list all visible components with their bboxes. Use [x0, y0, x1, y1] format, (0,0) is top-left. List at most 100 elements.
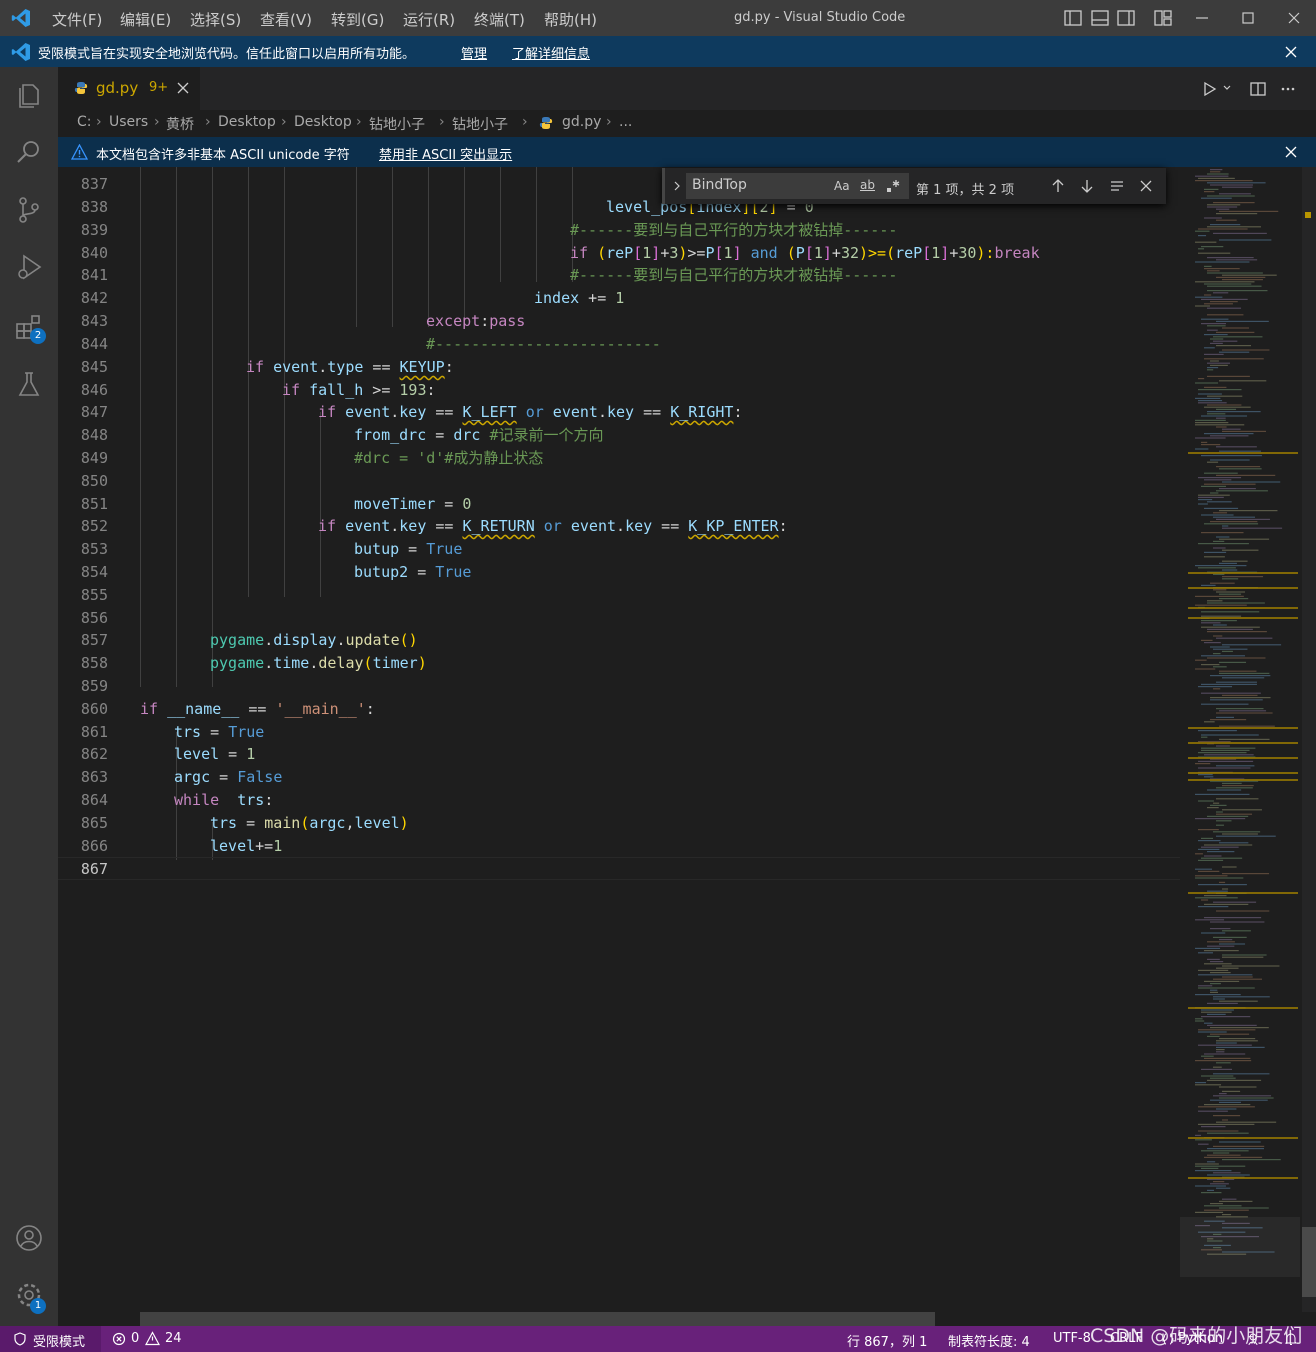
code-line: 861 trs = True	[80, 723, 265, 741]
minimap[interactable]	[1180, 167, 1300, 1312]
regex-icon[interactable]	[885, 178, 901, 194]
whole-word-toggle[interactable]: ab	[860, 178, 875, 192]
encoding[interactable]: UTF-8	[1053, 1331, 1091, 1346]
breadcrumb-item[interactable]: C:	[77, 114, 92, 130]
shield-icon	[14, 1332, 26, 1346]
code-line: 841 #------要到与自己平行的方块才被钻掉------	[80, 266, 898, 284]
code-line: 839 #------要到与自己平行的方块才被钻掉------	[80, 221, 898, 239]
close-banner-icon[interactable]	[1283, 44, 1299, 60]
horizontal-scrollbar[interactable]	[140, 1312, 935, 1326]
breadcrumb-item[interactable]: 钻地小子	[369, 114, 425, 134]
menu-terminal[interactable]: 终端(T)	[474, 9, 525, 30]
menu-view[interactable]: 查看(V)	[260, 9, 312, 30]
close-banner-icon[interactable]	[1283, 144, 1299, 160]
explorer-icon[interactable]	[14, 79, 44, 109]
account-icon[interactable]	[14, 1223, 44, 1253]
menu-run[interactable]: 运行(R)	[403, 9, 455, 30]
vertical-scrollbar[interactable]	[1300, 167, 1316, 1312]
find-query: BindTop	[692, 177, 747, 193]
tab-gd-py[interactable]: gd.py 9+	[58, 67, 200, 110]
minimap-canvas	[1180, 169, 1300, 1277]
minimize-icon[interactable]	[1192, 8, 1212, 28]
warning-count[interactable]: 24	[165, 1331, 182, 1346]
toggle-secondary-sidebar-icon[interactable]	[1116, 8, 1136, 28]
menu-go[interactable]: 转到(G)	[331, 9, 384, 30]
code-line: 856	[80, 609, 108, 627]
breadcrumb-item[interactable]: 钻地小子	[452, 114, 508, 134]
chevron-down-icon[interactable]	[1222, 83, 1232, 93]
status-bar: 受限模式 0 24 行 867，列 1 制表符长度: 4 UTF-8 CRLF …	[0, 1325, 1316, 1352]
breadcrumb: C: › Users › 黄桥 › Desktop › Desktop › 钻地…	[58, 110, 1316, 137]
restricted-mode-status[interactable]: 受限模式	[0, 1326, 101, 1352]
find-input[interactable]: BindTop Aa ab	[686, 173, 909, 199]
customize-layout-icon[interactable]	[1153, 8, 1173, 28]
breadcrumb-item[interactable]: Desktop	[294, 114, 352, 130]
code-line: 849 #drc = 'd'#成为静止状态	[80, 449, 544, 467]
code-line: 863 argc = False	[80, 768, 283, 786]
run-file-icon[interactable]	[1201, 80, 1219, 98]
more-actions-icon[interactable]	[1279, 80, 1297, 98]
code-line: 865 trs = main(argc,level)	[80, 814, 409, 832]
close-find-icon[interactable]	[1138, 178, 1154, 194]
testing-icon[interactable]	[14, 369, 44, 399]
find-result-count: 第 1 项，共 2 项	[916, 183, 1015, 198]
code-line: 864 while trs:	[80, 791, 274, 809]
breadcrumb-item[interactable]: gd.py	[562, 114, 601, 130]
code-line: 858 pygame.time.delay(timer)	[80, 654, 427, 672]
warning-icon	[71, 144, 88, 160]
warning-icon	[145, 1331, 160, 1346]
settings-badge: 1	[30, 1298, 46, 1314]
menu-selection[interactable]: 选择(S)	[190, 9, 241, 30]
error-count[interactable]: 0	[131, 1331, 139, 1346]
breadcrumb-item[interactable]: Desktop	[218, 114, 276, 130]
search-icon[interactable]	[14, 137, 44, 167]
toggle-primary-sidebar-icon[interactable]	[1063, 8, 1083, 28]
code-line: 854 butup2 = True	[80, 563, 472, 581]
previous-match-icon[interactable]	[1050, 178, 1066, 194]
menu-edit[interactable]: 编辑(E)	[120, 9, 171, 30]
tab-filename: gd.py	[96, 79, 139, 97]
extensions-badge: 2	[30, 328, 46, 344]
run-debug-icon[interactable]	[14, 252, 44, 282]
code-editor[interactable]: 837 838 level_pos[index][2] = 0 839 #-----…	[58, 167, 1180, 1312]
code-line: 845 if event.type == KEYUP:	[80, 358, 454, 376]
restricted-mode-label: 受限模式	[33, 1335, 86, 1350]
code-line: 857 pygame.display.update()	[80, 631, 418, 649]
code-line: 862 level = 1	[80, 745, 256, 763]
next-match-icon[interactable]	[1079, 178, 1095, 194]
learn-more-link[interactable]: 了解详细信息	[512, 43, 590, 62]
close-window-icon[interactable]	[1284, 8, 1304, 28]
maximize-icon[interactable]	[1238, 8, 1258, 28]
current-line: 867	[58, 857, 1180, 880]
find-in-selection-icon[interactable]	[1109, 178, 1125, 194]
error-icon	[112, 1332, 126, 1346]
code-line: 846 if fall_h >= 193:	[80, 381, 436, 399]
breadcrumb-item[interactable]: ...	[619, 114, 632, 130]
close-tab-icon[interactable]	[176, 81, 190, 95]
code-line: 844 #-------------------------	[80, 335, 661, 353]
match-case-toggle[interactable]: Aa	[834, 179, 850, 193]
title-bar: 文件(F) 编辑(E) 选择(S) 查看(V) 转到(G) 运行(R) 终端(T…	[0, 0, 1316, 36]
menu-help[interactable]: 帮助(H)	[544, 9, 597, 30]
cursor-position[interactable]: 行 867，列 1	[847, 1331, 927, 1350]
code-line: 851 moveTimer = 0	[80, 495, 472, 513]
manage-link[interactable]: 管理	[461, 43, 487, 62]
split-editor-icon[interactable]	[1249, 80, 1267, 98]
tab-bar: gd.py 9+	[58, 67, 1316, 110]
window-title: gd.py - Visual Studio Code	[734, 10, 906, 25]
source-control-icon[interactable]	[14, 195, 44, 225]
breadcrumb-item[interactable]: 黄桥	[166, 114, 194, 134]
vscode-logo-icon	[11, 9, 31, 27]
chevron-right-icon[interactable]	[671, 179, 683, 193]
breadcrumb-item[interactable]: Users	[109, 114, 148, 130]
find-widget: BindTop Aa ab 第 1 项，共 2 项	[662, 168, 1166, 204]
tab-size[interactable]: 制表符长度: 4	[948, 1331, 1030, 1350]
code-line: 842 index += 1	[80, 289, 625, 307]
menu-file[interactable]: 文件(F)	[52, 9, 102, 30]
code-line: 850	[80, 472, 108, 490]
csdn-watermark: CSDN @码来的小朋友们	[1090, 1325, 1303, 1347]
python-file-icon	[74, 82, 88, 94]
toggle-panel-icon[interactable]	[1090, 8, 1110, 28]
scrollbar-thumb[interactable]	[1302, 1227, 1316, 1297]
disable-highlight-link[interactable]: 禁用非 ASCII 突出显示	[379, 144, 512, 163]
